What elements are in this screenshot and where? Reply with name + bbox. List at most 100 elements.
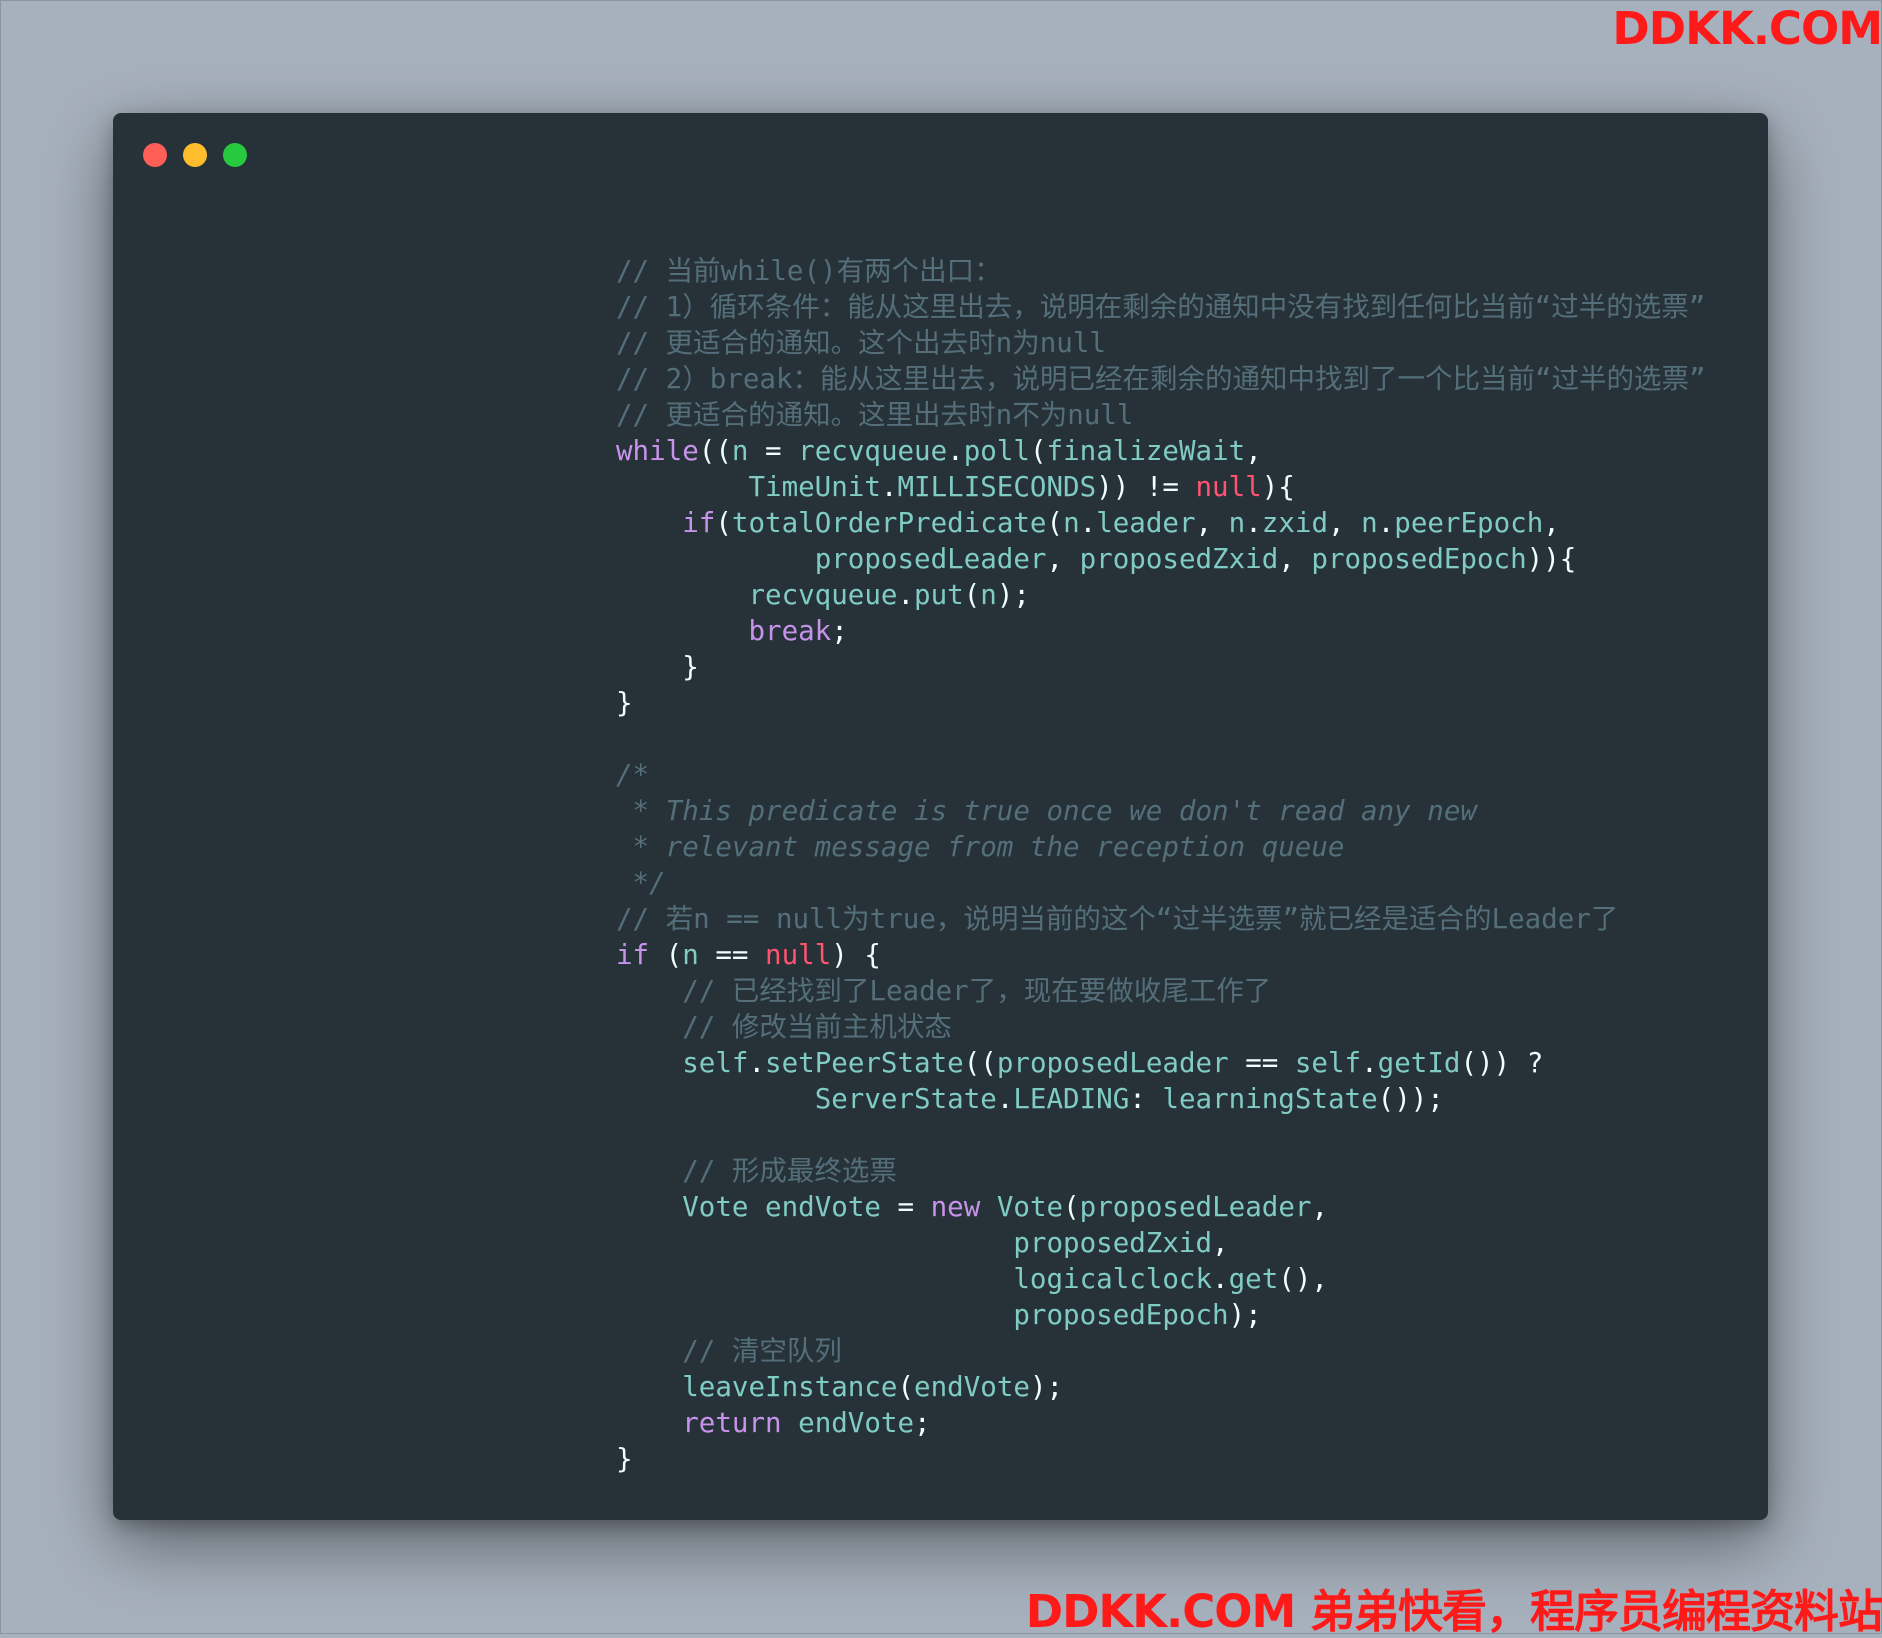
code-token: Vote [682,1191,749,1223]
code-line: recvqueue.put(n); [616,577,1706,613]
code-token: if [682,507,716,539]
code-line: break; [616,613,1706,649]
watermark-bottom: DDKK.COM 弟弟快看，程序员编程资料站 [1025,1585,1882,1638]
code-line: * relevant message from the reception qu… [616,829,1706,865]
code-token: . [897,579,915,611]
code-line: if(totalOrderPredicate(n.leader, n.zxid,… [616,505,1706,541]
code-line: leaveInstance(endVote); [616,1369,1706,1405]
code-token: ( [897,1371,915,1403]
code-token: = [880,1191,931,1223]
minimize-window-icon[interactable] [183,143,207,167]
code-token: */ [616,867,666,899]
code-token: // 清空队列 [682,1335,842,1367]
code-token: ); [996,579,1030,611]
code-token: LEADING [1013,1083,1130,1115]
code-token: finalizeWait [1046,435,1246,467]
code-line: } [616,649,1706,685]
code-token: break [748,615,832,647]
code-token: self [682,1047,749,1079]
code-token: . [1079,507,1097,539]
code-token: recvqueue [748,579,898,611]
code-token: , [1543,507,1560,539]
code-token: . [1361,1047,1378,1079]
code-token: put [914,579,964,611]
code-line: } [616,1441,1706,1477]
code-token: endVote [914,1371,1030,1403]
code-token: , [1245,435,1262,467]
code-line: TimeUnit.MILLISECONDS)) != null){ [616,469,1706,505]
code-token: ( [963,579,981,611]
code-token: n [1063,507,1080,539]
code-token: : [1129,1083,1163,1115]
code-token: return [682,1407,782,1439]
code-token: proposedLeader [814,543,1047,575]
code-token: ServerState [814,1083,997,1115]
code-token: (( [698,435,732,467]
code-token: * relevant message from the reception qu… [616,831,1345,863]
code-token: (( [963,1047,997,1079]
code-token: , [1311,1191,1328,1223]
code-token: // 2）break：能从这里出去，说明已经在剩余的通知中找到了一个比当前“过半… [616,363,1706,395]
code-token: // 已经找到了Leader了，现在要做收尾工作了 [682,975,1272,1007]
code-token: endVote [798,1407,915,1439]
code-token: . [748,1047,766,1079]
code-token: while [616,435,699,467]
code-line: // 当前while()有两个出口： [616,253,1706,289]
code-token: TimeUnit [748,471,881,503]
code-token: proposedLeader [996,1047,1229,1079]
code-line: self.setPeerState((proposedLeader == sel… [616,1045,1706,1081]
code-token: self [1294,1047,1362,1079]
code-line: // 1）循环条件：能从这里出去，说明在剩余的通知中没有找到任何比当前“过半的选… [616,289,1706,325]
code-token: peerEpoch [1394,507,1544,539]
code-token: poll [963,435,1030,467]
code-token: , [1195,507,1229,539]
code-token: // 更适合的通知。这个出去时n为null [616,327,1106,359]
code-token: ){ [1261,471,1295,503]
code-block: // 当前while()有两个出口： // 1）循环条件：能从这里出去，说明在剩余… [616,253,1706,1477]
code-token: // 修改当前主机状态 [682,1011,952,1043]
code-token: , [1328,507,1362,539]
code-token: (), [1278,1263,1328,1295]
code-token: = [748,435,799,467]
code-token: ); [1228,1299,1262,1331]
code-token: MILLISECONDS [897,471,1097,503]
code-token: ( [715,507,732,539]
code-token: ) { [831,939,881,971]
code-token: . [1212,1263,1229,1295]
close-window-icon[interactable] [143,143,167,167]
code-token: null [1195,471,1262,503]
code-token: } [616,651,699,683]
code-token: ( [1063,1191,1080,1223]
code-token: , [1278,543,1312,575]
code-window: // 当前while()有两个出口： // 1）循环条件：能从这里出去，说明在剩余… [113,113,1768,1520]
maximize-window-icon[interactable] [223,143,247,167]
code-token: ()) ? [1460,1047,1544,1079]
code-line: // 修改当前主机状态 [616,1009,1706,1045]
code-line: /* [616,757,1706,793]
code-token: n [1228,507,1246,539]
code-line: // 2）break：能从这里出去，说明已经在剩余的通知中找到了一个比当前“过半… [616,361,1706,397]
code-token: proposedEpoch [1311,543,1527,575]
code-token: ( [649,939,683,971]
code-token: recvqueue [798,435,948,467]
code-token: // 1）循环条件：能从这里出去，说明在剩余的通知中没有找到任何比当前“过半的选… [616,291,1706,323]
code-token: // 形成最终选票 [682,1155,897,1187]
code-token: , [1212,1227,1229,1259]
code-line: // 形成最终选票 [616,1153,1706,1189]
code-token: . [996,1083,1014,1115]
code-token: ()); [1377,1083,1444,1115]
code-token: new [930,1191,981,1223]
code-token: proposedLeader [1079,1191,1312,1223]
code-token: logicalclock [1013,1263,1213,1295]
